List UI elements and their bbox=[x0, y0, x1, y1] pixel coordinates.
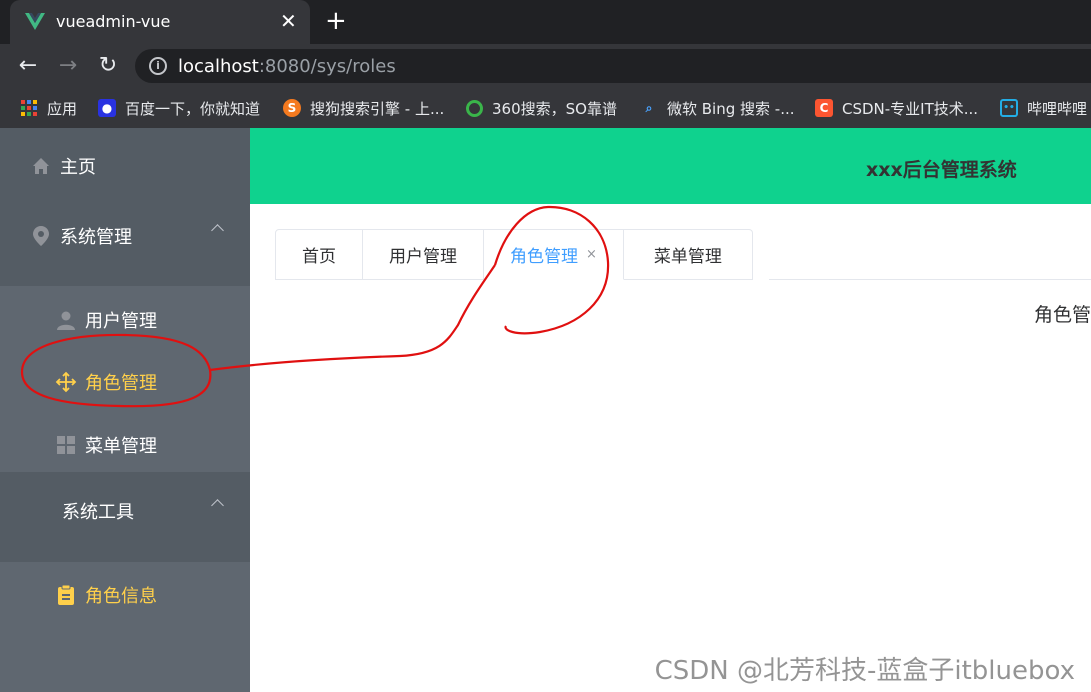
chevron-up-icon[interactable] bbox=[211, 224, 224, 237]
page-tabs: 首页 用户管理 角色管理 × 菜单管理 bbox=[275, 229, 753, 280]
annotation-connector bbox=[209, 264, 496, 372]
bookmark-apps[interactable]: 应用 bbox=[20, 96, 77, 120]
bing-search-icon: ⌕ bbox=[645, 101, 653, 115]
home-icon bbox=[30, 155, 52, 177]
chevron-up-icon[interactable] bbox=[211, 499, 224, 512]
new-tab-icon[interactable]: + bbox=[325, 6, 347, 36]
back-arrow-icon[interactable]: ← bbox=[15, 53, 41, 79]
app-header: xxx后台管理系统 bbox=[250, 128, 1091, 204]
clipboard-icon bbox=[55, 584, 77, 606]
baidu-paw-icon: ● bbox=[98, 99, 116, 117]
apps-grid-icon bbox=[21, 100, 37, 116]
menu-system-tools[interactable]: 系统工具 bbox=[0, 483, 250, 539]
bookmark-bing[interactable]: ⌕ 微软 Bing 搜索 -... bbox=[640, 96, 795, 120]
bookmark-csdn[interactable]: C CSDN-专业IT技术... bbox=[815, 96, 978, 120]
tabs-divider bbox=[769, 279, 1091, 280]
vue-logo-icon bbox=[25, 13, 45, 30]
close-tab-icon[interactable]: ✕ bbox=[280, 9, 297, 33]
menu-home[interactable]: 主页 bbox=[0, 138, 250, 194]
header-title: xxx后台管理系统 bbox=[866, 159, 1017, 181]
bookmarks-bar: 应用 ● 百度一下，你就知道 S 搜狗搜索引擎 - 上... 360搜索，SO靠… bbox=[0, 88, 1091, 128]
menu-menu-management[interactable]: 菜单管理 bbox=[0, 417, 250, 473]
close-icon[interactable]: × bbox=[586, 247, 597, 262]
address-bar[interactable]: i localhost:8080/sys/roles bbox=[135, 49, 1091, 83]
menu-system-management[interactable]: 系统管理 bbox=[0, 208, 250, 264]
move-arrows-icon bbox=[55, 371, 77, 393]
bookmark-bilibili[interactable]: •• 哔哩哔哩 bbox=[1000, 96, 1087, 120]
reload-icon[interactable]: ↻ bbox=[95, 53, 121, 79]
tab-role-management[interactable]: 角色管理 × bbox=[484, 229, 624, 280]
info-icon[interactable]: i bbox=[149, 57, 167, 75]
grid-icon bbox=[55, 434, 77, 456]
360-search-icon bbox=[466, 99, 483, 117]
bookmark-360[interactable]: 360搜索，SO靠谱 bbox=[466, 96, 617, 120]
browser-tabstrip: vueadmin-vue ✕ + bbox=[0, 0, 1091, 44]
csdn-icon: C bbox=[815, 99, 833, 117]
content-text: 角色管 bbox=[1034, 304, 1091, 326]
watermark: CSDN @北芳科技-蓝盒子itbluebox bbox=[654, 656, 1075, 686]
tab-home[interactable]: 首页 bbox=[275, 229, 363, 280]
tab-menu-management[interactable]: 菜单管理 bbox=[623, 229, 753, 280]
user-icon bbox=[55, 309, 77, 331]
tab-title: vueadmin-vue bbox=[56, 12, 171, 31]
url-text[interactable]: localhost:8080/sys/roles bbox=[178, 56, 396, 77]
sidebar: 主页 系统管理 用户管理 角色管理 菜单管理 系统工具 角色信息 bbox=[0, 128, 250, 692]
tab-user-management[interactable]: 用户管理 bbox=[363, 229, 484, 280]
menu-role-info[interactable]: 角色信息 bbox=[0, 567, 250, 623]
menu-role-management[interactable]: 角色管理 bbox=[0, 354, 250, 410]
bookmark-baidu[interactable]: ● 百度一下，你就知道 bbox=[98, 96, 260, 120]
bookmark-sogou[interactable]: S 搜狗搜索引擎 - 上... bbox=[283, 96, 444, 120]
bilibili-tv-icon: •• bbox=[1000, 99, 1018, 117]
sogou-icon: S bbox=[283, 99, 301, 117]
browser-toolbar: ← → ↻ i localhost:8080/sys/roles bbox=[0, 44, 1091, 88]
browser-tab[interactable]: vueadmin-vue ✕ bbox=[10, 0, 310, 44]
menu-user-management[interactable]: 用户管理 bbox=[0, 292, 250, 348]
location-pin-icon bbox=[30, 225, 52, 247]
forward-arrow-icon[interactable]: → bbox=[55, 53, 81, 79]
